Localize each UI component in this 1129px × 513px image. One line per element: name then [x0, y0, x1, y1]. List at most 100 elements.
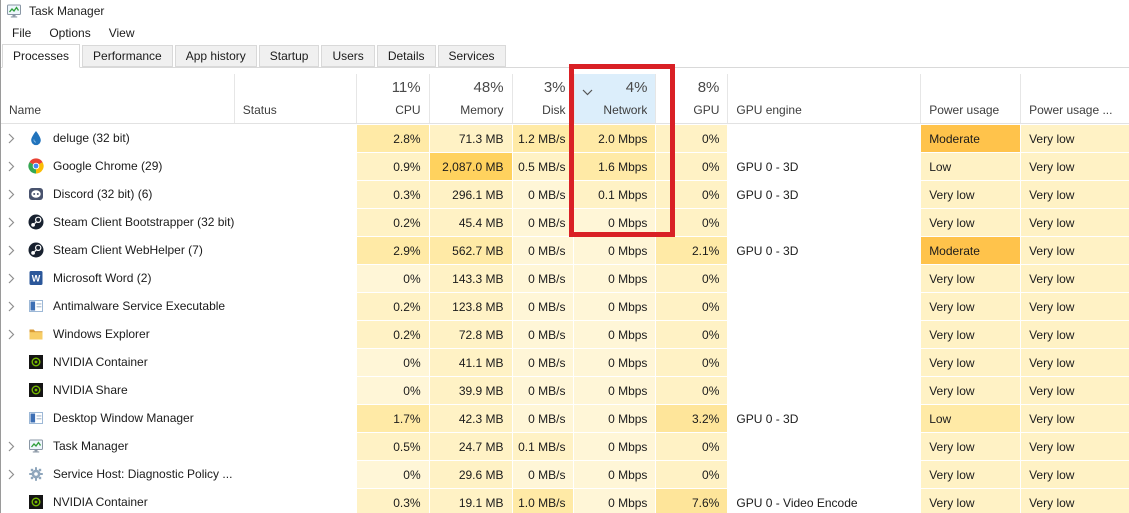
cell-cpu: 0% [355, 460, 429, 488]
column-header-disk[interactable]: 3% Disk [511, 74, 574, 123]
cell-disk: 0 MB/s [511, 180, 574, 208]
column-header-memory[interactable]: 48% Memory [428, 74, 512, 123]
process-name-cell: Service Host: Diagnostic Policy ... [1, 460, 234, 488]
cell-memory: 2,087.0 MB [428, 152, 512, 180]
column-header-trend[interactable]: Power usage ... [1020, 74, 1129, 123]
explorer-icon [28, 326, 44, 342]
cell-network: 0 Mbps [573, 208, 656, 236]
cell-disk: 0 MB/s [511, 208, 574, 236]
tab-app-history[interactable]: App history [174, 45, 257, 67]
column-header-network[interactable]: 4% Network [573, 74, 656, 123]
expand-chevron-icon[interactable] [8, 133, 23, 144]
cell-gpu_engine: GPU 0 - 3D [727, 404, 921, 432]
cell-status [233, 292, 356, 320]
process-row[interactable]: Google Chrome (29) 0.9% 2,087.0 MB 0.5 MB/s… [1, 152, 1129, 180]
cell-cpu: 0.2% [355, 292, 429, 320]
cell-memory: 71.3 MB [428, 124, 512, 152]
process-row[interactable]: Service Host: Diagnostic Policy ... 0% 29.… [1, 460, 1129, 488]
process-row[interactable]: Task Manager 0.5% 24.7 MB 0.1 MB/s 0 Mbps 0% V… [1, 432, 1129, 460]
title-bar[interactable]: Task Manager [1, 0, 1129, 22]
process-row[interactable]: W Microsoft Word (2) 0% 143.3 MB 0 MB/s 0 Mbp… [1, 264, 1129, 292]
cell-gpu_engine [727, 124, 921, 152]
process-row[interactable]: NVIDIA Container 0.3% 19.1 MB 1.0 MB/s 0 Mbp… [1, 488, 1129, 513]
process-row[interactable]: Discord (32 bit) (6) 0.3% 296.1 MB 0 MB/s 0.… [1, 180, 1129, 208]
cell-gpu: 0% [655, 320, 728, 348]
cell-power: Very low [920, 292, 1021, 320]
tab-details[interactable]: Details [376, 45, 436, 67]
column-header-gpu[interactable]: 8% GPU [655, 74, 727, 123]
cell-cpu: 0% [355, 348, 429, 376]
cell-memory: 72.8 MB [428, 320, 512, 348]
cell-gpu: 0% [655, 152, 728, 180]
cell-power: Very low [920, 488, 1021, 513]
process-row[interactable]: NVIDIA Container 0% 41.1 MB 0 MB/s 0 Mbps 0% V… [1, 348, 1129, 376]
cell-cpu: 0.9% [355, 152, 429, 180]
process-row[interactable]: Steam Client WebHelper (7) 2.9% 562.7 MB 0 … [1, 236, 1129, 264]
svg-text:W: W [32, 274, 41, 284]
menu-options[interactable]: Options [40, 23, 99, 43]
expand-chevron-icon[interactable] [8, 441, 23, 452]
menu-file[interactable]: File [3, 23, 40, 43]
column-header-name[interactable]: Name [1, 74, 234, 123]
cell-memory: 123.8 MB [428, 292, 512, 320]
cell-status [233, 348, 356, 376]
process-row[interactable]: Windows Explorer 0.2% 72.8 MB 0 MB/s 0 Mbps 0… [1, 320, 1129, 348]
cell-cpu: 2.8% [355, 124, 429, 152]
cell-network: 0 Mbps [573, 432, 656, 460]
cell-trend: Very low [1020, 124, 1129, 152]
tab-processes[interactable]: Processes [2, 44, 81, 68]
nvidia-icon [28, 494, 44, 510]
cell-gpu_engine [727, 460, 921, 488]
cell-cpu: 0% [355, 264, 429, 292]
process-name-cell: NVIDIA Container [1, 348, 234, 376]
expand-chevron-icon[interactable] [8, 189, 23, 200]
tab-startup[interactable]: Startup [258, 45, 320, 67]
tab-users[interactable]: Users [321, 45, 375, 67]
process-name: Service Host: Diagnostic Policy ... [53, 467, 233, 481]
process-row[interactable]: NVIDIA Share 0% 39.9 MB 0 MB/s 0 Mbps 0% Very … [1, 376, 1129, 404]
column-header-gpu_engine[interactable]: GPU engine [727, 74, 920, 123]
process-row[interactable]: Antimalware Service Executable 0.2% 123.8 … [1, 292, 1129, 320]
process-name: Google Chrome (29) [53, 159, 163, 173]
cell-power: Low [920, 152, 1021, 180]
nvidia-icon [28, 354, 44, 370]
cell-network: 0.1 Mbps [573, 180, 656, 208]
expand-chevron-icon[interactable] [8, 273, 23, 284]
cell-cpu: 0.3% [355, 488, 429, 513]
cell-status [233, 236, 356, 264]
cell-status [233, 432, 356, 460]
expand-chevron-icon[interactable] [8, 217, 23, 228]
service-host-gear-icon [28, 466, 44, 482]
column-total-cpu: 11% [391, 79, 421, 96]
column-header-status[interactable]: Status [233, 74, 356, 123]
expand-chevron-icon[interactable] [8, 469, 23, 480]
menu-view[interactable]: View [100, 23, 144, 43]
cell-trend: Very low [1020, 404, 1129, 432]
window-title: Task Manager [29, 4, 105, 18]
process-row[interactable]: Steam Client Bootstrapper (32 bit) 0.2% 45… [1, 208, 1129, 236]
cell-memory: 29.6 MB [428, 460, 512, 488]
cell-gpu_engine [727, 432, 921, 460]
process-name-cell: W Microsoft Word (2) [1, 264, 234, 292]
column-header-cpu[interactable]: 11% CPU [355, 74, 429, 123]
cell-disk: 0.1 MB/s [511, 432, 574, 460]
cell-gpu: 0% [655, 208, 728, 236]
expand-chevron-icon[interactable] [8, 245, 23, 256]
column-label-gpu: GPU [693, 103, 720, 117]
column-header-power[interactable]: Power usage [920, 74, 1020, 123]
expand-chevron-icon[interactable] [8, 301, 23, 312]
process-row[interactable]: deluge (32 bit) 2.8% 71.3 MB 1.2 MB/s 2.0 Mb… [1, 124, 1129, 152]
cell-gpu_engine [727, 320, 921, 348]
process-row[interactable]: Desktop Window Manager 1.7% 42.3 MB 0 MB/s 0… [1, 404, 1129, 432]
cell-power: Low [920, 404, 1021, 432]
cell-disk: 0.5 MB/s [511, 152, 574, 180]
cell-power: Very low [920, 432, 1021, 460]
cell-power: Moderate [920, 236, 1021, 264]
expand-chevron-icon[interactable] [8, 161, 23, 172]
expand-chevron-icon[interactable] [8, 329, 23, 340]
cell-cpu: 0% [355, 376, 429, 404]
cell-disk: 0 MB/s [511, 236, 574, 264]
tab-performance[interactable]: Performance [82, 45, 173, 67]
tab-services[interactable]: Services [437, 45, 506, 67]
cell-trend: Very low [1020, 348, 1129, 376]
